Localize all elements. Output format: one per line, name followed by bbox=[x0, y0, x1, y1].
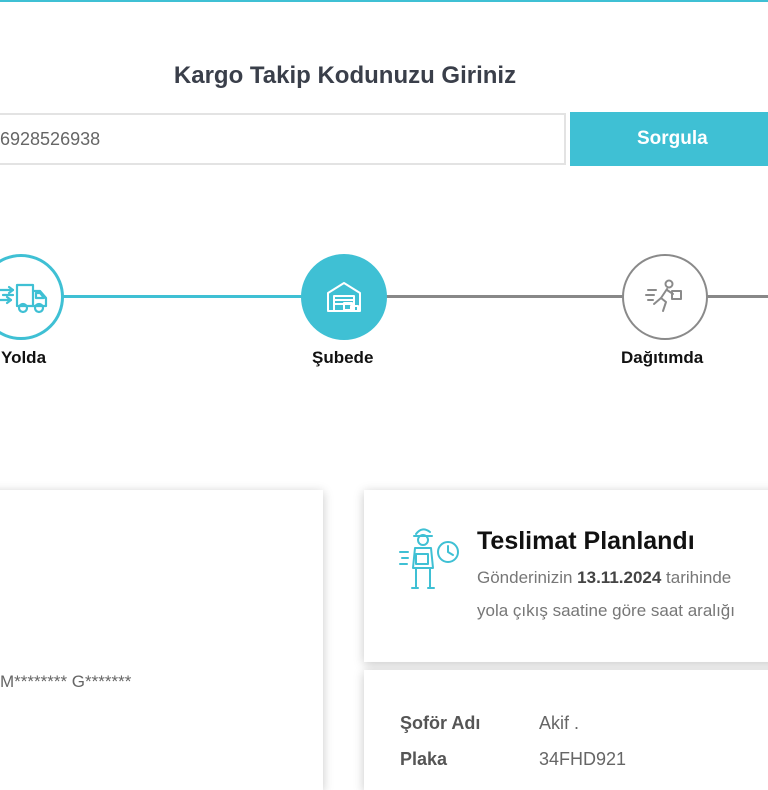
status-description-line1: Gönderinizin 13.11.2024 tarihinde bbox=[477, 568, 731, 588]
status-prefix: Gönderinizin bbox=[477, 568, 578, 587]
step-subede-circle bbox=[301, 254, 387, 340]
top-accent-rule bbox=[0, 0, 768, 2]
step-label-subede: Şubede bbox=[312, 348, 374, 367]
delivery-date: 13.11.2024 bbox=[577, 568, 662, 587]
step-dagitimda-circle bbox=[622, 254, 708, 340]
step-label-dagitimda: Dağıtımda bbox=[621, 348, 704, 367]
driver-name-value: Akif . bbox=[539, 713, 580, 733]
status-description-line2: yola çıkış saatine göre saat aralığı bbox=[477, 601, 735, 620]
delivery-truck-icon bbox=[0, 283, 48, 314]
plate-label: Plaka bbox=[400, 749, 448, 769]
step-yolda-circle bbox=[0, 254, 64, 340]
status-title: Teslimat Planlandı bbox=[477, 527, 695, 555]
progress-line-completed bbox=[62, 295, 304, 298]
warehouse-icon bbox=[327, 282, 361, 312]
courier-clock-icon bbox=[399, 528, 459, 589]
plate-value: 34FHD921 bbox=[539, 749, 627, 769]
recipient-card: M******** G******* bbox=[0, 490, 323, 790]
driver-info-card: Şoför Adı Akif . Plaka 34FHD921 bbox=[364, 670, 768, 790]
tracking-code-input[interactable] bbox=[0, 113, 566, 165]
driver-name-label: Şoför Adı bbox=[400, 713, 481, 733]
page-title: Kargo Takip Kodunuzu Giriniz bbox=[173, 62, 517, 89]
query-button[interactable]: Sorgula bbox=[570, 112, 768, 166]
running-courier-icon bbox=[645, 279, 682, 312]
status-suffix: tarihinde bbox=[661, 568, 732, 587]
progress-line-pending-2 bbox=[705, 295, 768, 298]
recipient-masked-name: M******** G******* bbox=[0, 672, 132, 691]
step-label-yolda: Yolda bbox=[1, 348, 47, 367]
delivery-status-card: Teslimat Planlandı Gönderinizin 13.11.20… bbox=[364, 490, 768, 662]
progress-line-pending bbox=[385, 295, 625, 298]
